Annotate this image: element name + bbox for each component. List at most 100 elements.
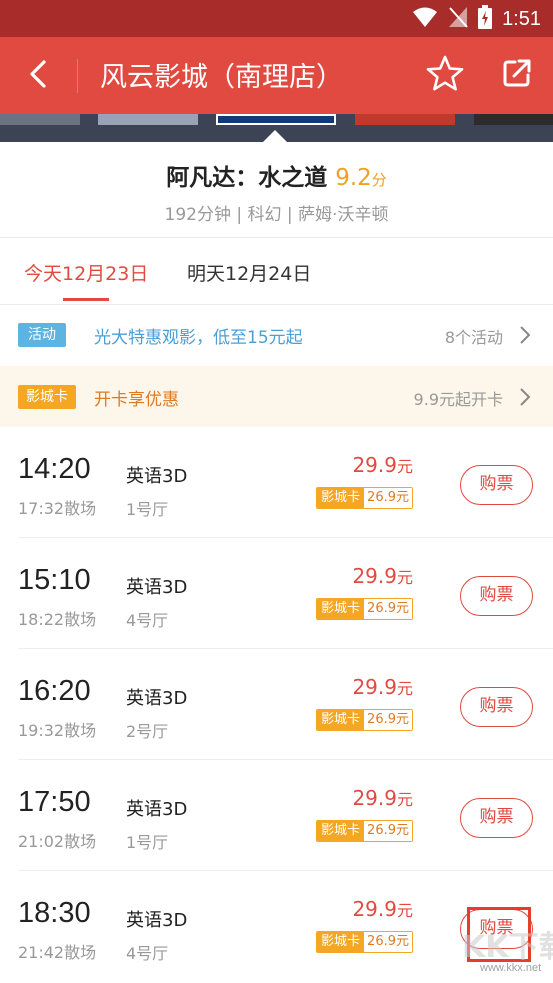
showtime-price: 29.9元	[352, 675, 413, 699]
wifi-icon	[412, 6, 438, 32]
movie-score-unit: 分	[371, 171, 387, 189]
date-tabs: 今天12月23日 明天12月24日	[0, 238, 553, 304]
showtime-price: 29.9元	[352, 564, 413, 588]
active-tab-indicator	[63, 298, 109, 301]
card-price-value: 26.9元	[364, 488, 412, 508]
price-unit: 元	[396, 457, 413, 476]
member-card-text: 开卡享优惠	[94, 390, 179, 410]
buy-ticket-button[interactable]: 购票	[460, 687, 533, 727]
price-value: 29.9	[352, 786, 397, 810]
showtime-price: 29.9元	[352, 897, 413, 921]
activity-text: 光大特惠观影，低至15元起	[94, 328, 303, 348]
poster-thumbnail-selected[interactable]	[216, 114, 336, 125]
showtime-end: 19:32散场	[18, 721, 97, 740]
showtime-row[interactable]: 16:20 19:32散场 英语3D 2号厅 29.9元 影城卡 26.9元 购票	[0, 649, 553, 760]
card-price-value: 26.9元	[364, 821, 412, 841]
card-price-label: 影城卡	[317, 932, 365, 952]
showtime-price: 29.9元	[352, 453, 413, 477]
status-icons: 1:51	[412, 5, 541, 33]
watermark-text: KK下载	[462, 930, 553, 965]
showtime-language: 英语3D	[126, 688, 188, 709]
movie-info: 阿凡达：水之道 9.2分 192分钟 | 科幻 | 萨姆·沃辛顿	[0, 142, 553, 237]
share-button[interactable]	[494, 52, 540, 98]
back-arrow-icon	[28, 59, 50, 93]
price-value: 29.9	[352, 897, 397, 921]
showtime-row[interactable]: 17:50 21:02散场 英语3D 1号厅 29.9元 影城卡 26.9元 购票	[0, 760, 553, 871]
card-price-label: 影城卡	[317, 599, 365, 619]
card-price-tag: 影城卡 26.9元	[316, 598, 413, 620]
selected-poster-pointer	[263, 130, 287, 142]
chevron-right-icon	[519, 387, 531, 411]
showtime-start: 17:50	[18, 786, 91, 818]
showtime-language: 英语3D	[126, 799, 188, 820]
showtime-start: 18:30	[18, 897, 91, 929]
activity-badge: 活动	[18, 323, 66, 347]
showtime-hall: 4号厅	[126, 611, 169, 630]
card-price-label: 影城卡	[317, 710, 365, 730]
poster-thumbnail[interactable]	[0, 114, 80, 125]
movie-title: 阿凡达：水之道	[166, 165, 328, 191]
member-card-row[interactable]: 影城卡 开卡享优惠 9.9元起开卡	[0, 366, 553, 427]
card-price-tag: 影城卡 26.9元	[316, 820, 413, 842]
showtime-start: 16:20	[18, 675, 91, 707]
chevron-right-icon	[519, 325, 531, 349]
app-bar-divider	[77, 59, 78, 93]
card-price-value: 26.9元	[364, 599, 412, 619]
buy-ticket-button[interactable]: 购票	[460, 465, 533, 505]
favorite-button[interactable]	[422, 52, 468, 98]
watermark: KK下载 www.kkx.net	[432, 922, 553, 978]
card-price-value: 26.9元	[364, 710, 412, 730]
back-button[interactable]	[14, 51, 64, 101]
member-card-price: 9.9元起开卡	[413, 390, 503, 409]
price-unit: 元	[396, 679, 413, 698]
member-card-badge: 影城卡	[18, 385, 76, 409]
app-bar: 风云影城（南理店）	[0, 37, 553, 114]
showtime-row[interactable]: 14:20 17:32散场 英语3D 1号厅 29.9元 影城卡 26.9元 购票	[0, 427, 553, 538]
movie-score: 9.2	[335, 165, 372, 191]
price-value: 29.9	[352, 675, 397, 699]
poster-thumbnail[interactable]	[98, 114, 198, 125]
activity-row[interactable]: 活动 光大特惠观影，低至15元起 8个活动	[0, 305, 553, 365]
showtime-hall: 1号厅	[126, 500, 169, 519]
buy-ticket-button[interactable]: 购票	[460, 798, 533, 838]
showtime-language: 英语3D	[126, 910, 188, 931]
showtime-end: 18:22散场	[18, 610, 97, 629]
cinema-title: 风云影城（南理店）	[100, 62, 343, 93]
price-value: 29.9	[352, 453, 397, 477]
showtime-end: 21:02散场	[18, 832, 97, 851]
showtime-language: 英语3D	[126, 466, 188, 487]
showtime-hall: 4号厅	[126, 944, 169, 963]
buy-ticket-button[interactable]: 购票	[460, 576, 533, 616]
price-unit: 元	[396, 790, 413, 809]
showtime-row[interactable]: 15:10 18:22散场 英语3D 4号厅 29.9元 影城卡 26.9元 购票	[0, 538, 553, 649]
price-unit: 元	[396, 901, 413, 920]
activity-count: 8个活动	[444, 328, 503, 347]
poster-thumbnail[interactable]	[474, 114, 553, 125]
showtime-hall: 1号厅	[126, 833, 169, 852]
movie-title-row: 阿凡达：水之道 9.2分	[0, 158, 553, 192]
card-price-tag: 影城卡 26.9元	[316, 487, 413, 509]
card-price-tag: 影城卡 26.9元	[316, 709, 413, 731]
showtime-end: 17:32散场	[18, 499, 97, 518]
status-time: 1:51	[502, 7, 541, 30]
card-price-label: 影城卡	[317, 488, 365, 508]
signal-icon	[448, 6, 468, 32]
tab-tomorrow[interactable]: 明天12月24日	[187, 259, 311, 286]
showtime-start: 15:10	[18, 564, 91, 596]
tab-today[interactable]: 今天12月23日	[24, 259, 148, 286]
showtime-language: 英语3D	[126, 577, 188, 598]
star-icon	[426, 55, 464, 95]
showtime-hall: 2号厅	[126, 722, 169, 741]
battery-icon	[478, 5, 493, 33]
movie-meta: 192分钟 | 科幻 | 萨姆·沃辛顿	[164, 205, 389, 225]
status-bar: 1:51	[0, 0, 553, 37]
price-unit: 元	[396, 568, 413, 587]
card-price-label: 影城卡	[317, 821, 365, 841]
watermark-url: www.kkx.net	[480, 962, 542, 974]
showtime-start: 14:20	[18, 453, 91, 485]
poster-thumbnail[interactable]	[355, 114, 455, 125]
showtime-end: 21:42散场	[18, 943, 97, 962]
card-price-tag: 影城卡 26.9元	[316, 931, 413, 953]
card-price-value: 26.9元	[364, 932, 412, 952]
price-value: 29.9	[352, 564, 397, 588]
